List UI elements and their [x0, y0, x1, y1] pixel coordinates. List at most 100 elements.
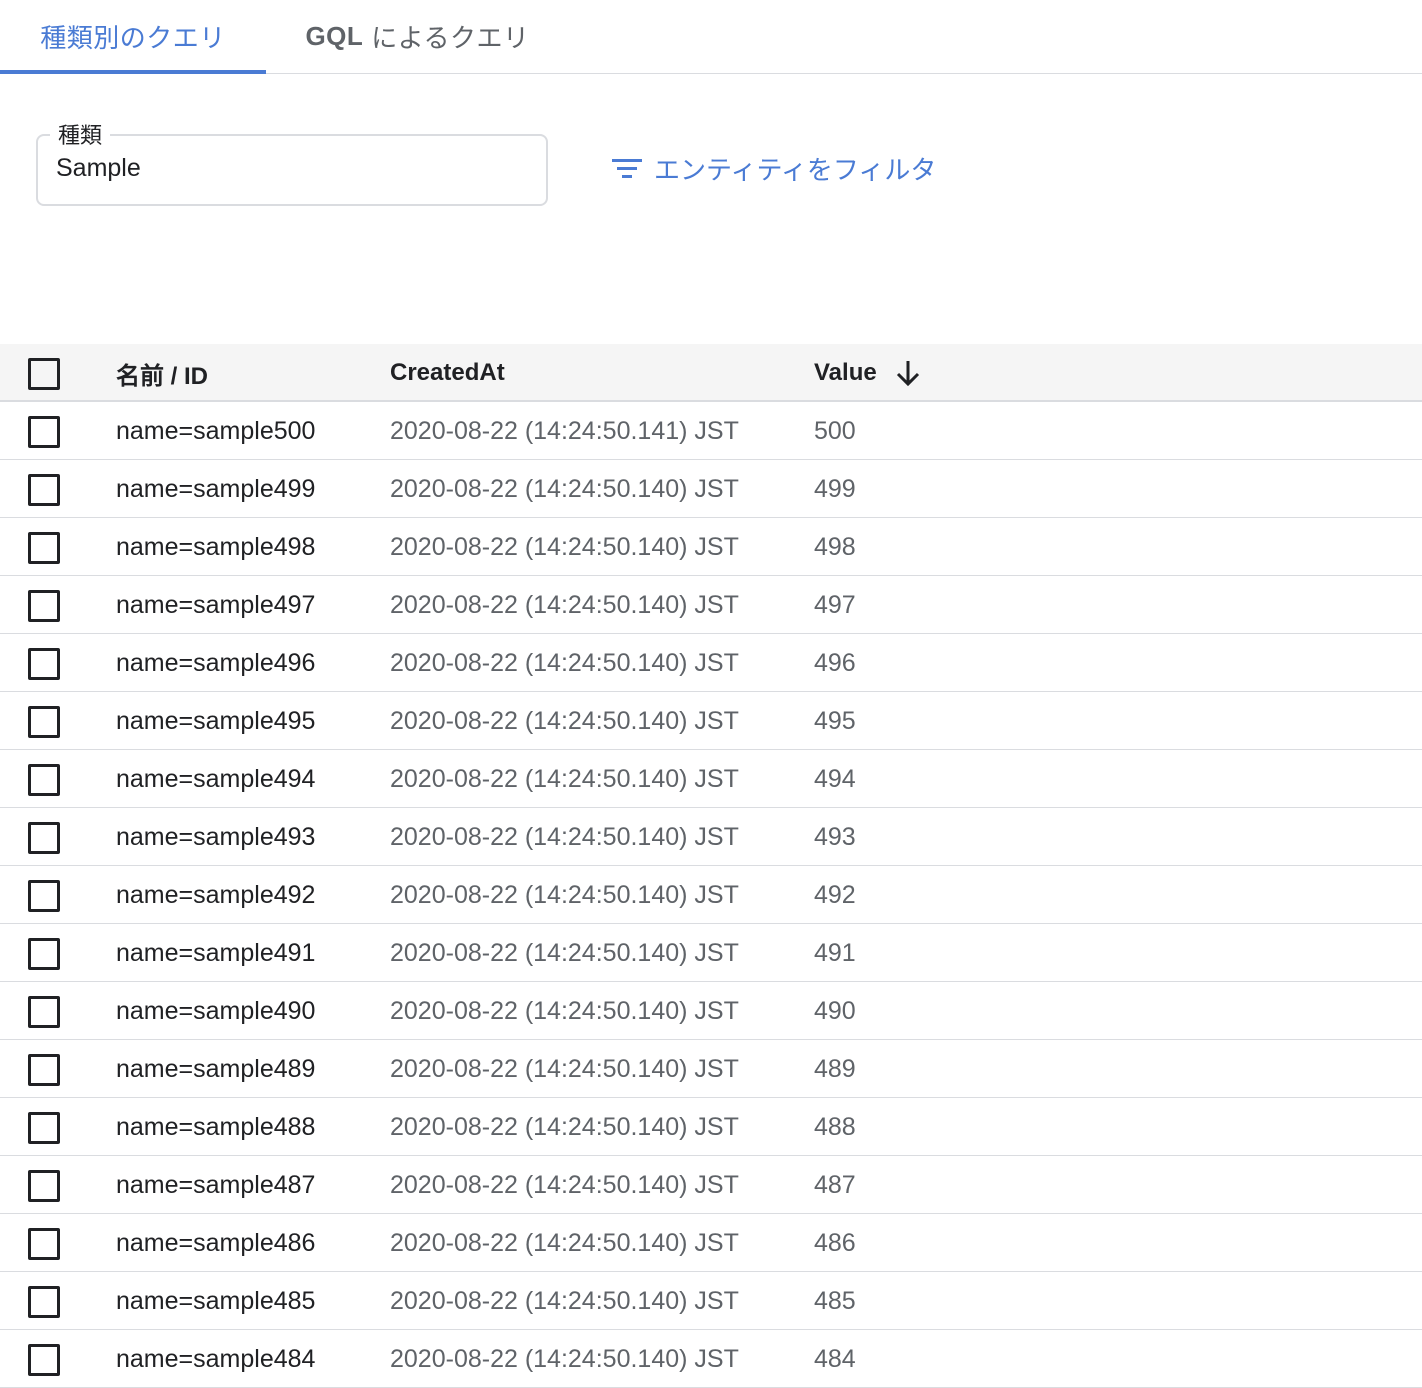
row-checkbox[interactable] [28, 1170, 60, 1202]
tab-query-by-kind-label: 種類別のクエリ [40, 23, 226, 53]
row-createdat: 2020-08-22 (14:24:50.140) JST [390, 996, 739, 1025]
table-row[interactable]: name=sample492 2020-08-22 (14:24:50.140) … [0, 866, 1422, 924]
row-name-id[interactable]: name=sample484 [116, 1330, 315, 1388]
row-name-id[interactable]: name=sample499 [116, 460, 315, 518]
table-body: name=sample500 2020-08-22 (14:24:50.141) … [0, 402, 1422, 1388]
row-checkbox[interactable] [28, 532, 60, 564]
table-row[interactable]: name=sample488 2020-08-22 (14:24:50.140) … [0, 1098, 1422, 1156]
row-createdat: 2020-08-22 (14:24:50.140) JST [390, 1228, 739, 1257]
row-checkbox[interactable] [28, 764, 60, 796]
row-checkbox[interactable] [28, 416, 60, 448]
row-value: 488 [814, 1112, 856, 1141]
row-createdat: 2020-08-22 (14:24:50.140) JST [390, 474, 739, 503]
table-row[interactable]: name=sample486 2020-08-22 (14:24:50.140) … [0, 1214, 1422, 1272]
row-value: 495 [814, 706, 856, 735]
kind-field-label: 種類 [50, 118, 111, 150]
table-header: 名前 / ID CreatedAt Value [0, 344, 1422, 402]
row-value: 490 [814, 996, 856, 1025]
table-row[interactable]: name=sample489 2020-08-22 (14:24:50.140) … [0, 1040, 1422, 1098]
column-header-createdat[interactable]: CreatedAt [390, 344, 505, 402]
row-name-id[interactable]: name=sample498 [116, 518, 315, 576]
row-name-id[interactable]: name=sample487 [116, 1156, 315, 1214]
row-createdat: 2020-08-22 (14:24:50.140) JST [390, 1054, 739, 1083]
tab-query-by-gql[interactable]: GQL によるクエリ [290, 0, 545, 73]
table-row[interactable]: name=sample484 2020-08-22 (14:24:50.140) … [0, 1330, 1422, 1388]
row-value: 485 [814, 1286, 856, 1315]
row-createdat: 2020-08-22 (14:24:50.140) JST [390, 706, 739, 735]
row-checkbox[interactable] [28, 822, 60, 854]
table-row[interactable]: name=sample496 2020-08-22 (14:24:50.140) … [0, 634, 1422, 692]
table-row[interactable]: name=sample499 2020-08-22 (14:24:50.140) … [0, 460, 1422, 518]
tab-gql-bold-label: GQL [305, 21, 364, 51]
row-name-id[interactable]: name=sample495 [116, 692, 315, 750]
row-createdat: 2020-08-22 (14:24:50.140) JST [390, 880, 739, 909]
filter-entities-label: エンティティをフィルタ [654, 154, 937, 185]
column-header-name-id[interactable]: 名前 / ID [116, 344, 208, 402]
row-value: 489 [814, 1054, 856, 1083]
row-checkbox[interactable] [28, 996, 60, 1028]
kind-field[interactable]: 種類 [36, 118, 548, 206]
row-name-id[interactable]: name=sample491 [116, 924, 315, 982]
tab-gql-label: によるクエリ [371, 23, 530, 53]
row-value: 493 [814, 822, 856, 851]
filter-entities-button[interactable]: エンティティをフィルタ [612, 148, 936, 188]
table-row[interactable]: name=sample493 2020-08-22 (14:24:50.140) … [0, 808, 1422, 866]
row-name-id[interactable]: name=sample496 [116, 634, 315, 692]
entities-table: 名前 / ID CreatedAt Value name=sample500 20… [0, 344, 1422, 1388]
row-name-id[interactable]: name=sample494 [116, 750, 315, 808]
row-checkbox[interactable] [28, 938, 60, 970]
row-value: 492 [814, 880, 856, 909]
row-value: 497 [814, 590, 856, 619]
row-value: 484 [814, 1344, 856, 1373]
row-checkbox[interactable] [28, 1228, 60, 1260]
table-row[interactable]: name=sample497 2020-08-22 (14:24:50.140) … [0, 576, 1422, 634]
row-createdat: 2020-08-22 (14:24:50.140) JST [390, 1112, 739, 1141]
column-header-value[interactable]: Value [814, 344, 921, 402]
table-row[interactable]: name=sample487 2020-08-22 (14:24:50.140) … [0, 1156, 1422, 1214]
kind-input[interactable] [56, 154, 526, 183]
row-createdat: 2020-08-22 (14:24:50.141) JST [390, 416, 739, 445]
query-tabs: 種類別のクエリ GQL によるクエリ [0, 0, 1422, 74]
row-name-id[interactable]: name=sample500 [116, 402, 315, 460]
filter-list-icon [612, 159, 642, 178]
row-checkbox[interactable] [28, 1054, 60, 1086]
row-value: 499 [814, 474, 856, 503]
row-checkbox[interactable] [28, 474, 60, 506]
row-name-id[interactable]: name=sample497 [116, 576, 315, 634]
row-value: 494 [814, 764, 856, 793]
select-all-checkbox[interactable] [28, 358, 60, 390]
row-checkbox[interactable] [28, 880, 60, 912]
row-name-id[interactable]: name=sample486 [116, 1214, 315, 1272]
row-name-id[interactable]: name=sample492 [116, 866, 315, 924]
row-createdat: 2020-08-22 (14:24:50.140) JST [390, 764, 739, 793]
row-checkbox[interactable] [28, 1286, 60, 1318]
row-checkbox[interactable] [28, 590, 60, 622]
row-checkbox[interactable] [28, 1112, 60, 1144]
row-createdat: 2020-08-22 (14:24:50.140) JST [390, 532, 739, 561]
row-name-id[interactable]: name=sample493 [116, 808, 315, 866]
table-row[interactable]: name=sample495 2020-08-22 (14:24:50.140) … [0, 692, 1422, 750]
row-name-id[interactable]: name=sample490 [116, 982, 315, 1040]
arrow-downward-icon[interactable] [895, 359, 921, 387]
row-name-id[interactable]: name=sample485 [116, 1272, 315, 1330]
tab-query-by-kind[interactable]: 種類別のクエリ [0, 0, 266, 74]
table-row[interactable]: name=sample494 2020-08-22 (14:24:50.140) … [0, 750, 1422, 808]
table-row[interactable]: name=sample491 2020-08-22 (14:24:50.140) … [0, 924, 1422, 982]
table-row[interactable]: name=sample485 2020-08-22 (14:24:50.140) … [0, 1272, 1422, 1330]
row-checkbox[interactable] [28, 1344, 60, 1376]
row-createdat: 2020-08-22 (14:24:50.140) JST [390, 1170, 739, 1199]
table-row[interactable]: name=sample490 2020-08-22 (14:24:50.140) … [0, 982, 1422, 1040]
row-name-id[interactable]: name=sample489 [116, 1040, 315, 1098]
table-row[interactable]: name=sample500 2020-08-22 (14:24:50.141) … [0, 402, 1422, 460]
column-header-value-label: Value [814, 359, 877, 386]
row-value: 487 [814, 1170, 856, 1199]
row-value: 498 [814, 532, 856, 561]
row-createdat: 2020-08-22 (14:24:50.140) JST [390, 1344, 739, 1373]
row-checkbox[interactable] [28, 648, 60, 680]
row-createdat: 2020-08-22 (14:24:50.140) JST [390, 1286, 739, 1315]
table-row[interactable]: name=sample498 2020-08-22 (14:24:50.140) … [0, 518, 1422, 576]
row-createdat: 2020-08-22 (14:24:50.140) JST [390, 590, 739, 619]
row-checkbox[interactable] [28, 706, 60, 738]
row-name-id[interactable]: name=sample488 [116, 1098, 315, 1156]
row-createdat: 2020-08-22 (14:24:50.140) JST [390, 822, 739, 851]
